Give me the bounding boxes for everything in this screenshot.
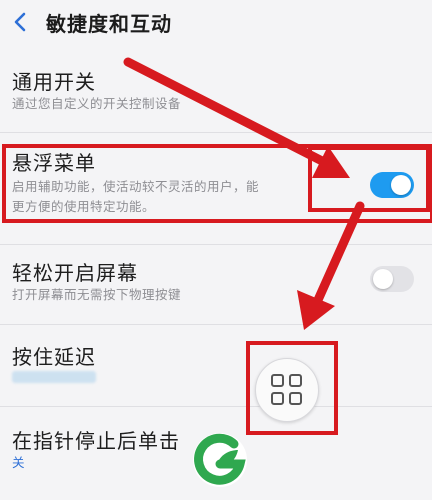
- arrow-to-floating-button: [297, 201, 365, 330]
- brand-logo: [190, 430, 250, 490]
- arrow-to-toggle: [123, 57, 350, 178]
- annotation-arrows: [123, 57, 365, 330]
- leaf-logo-icon: [193, 433, 247, 487]
